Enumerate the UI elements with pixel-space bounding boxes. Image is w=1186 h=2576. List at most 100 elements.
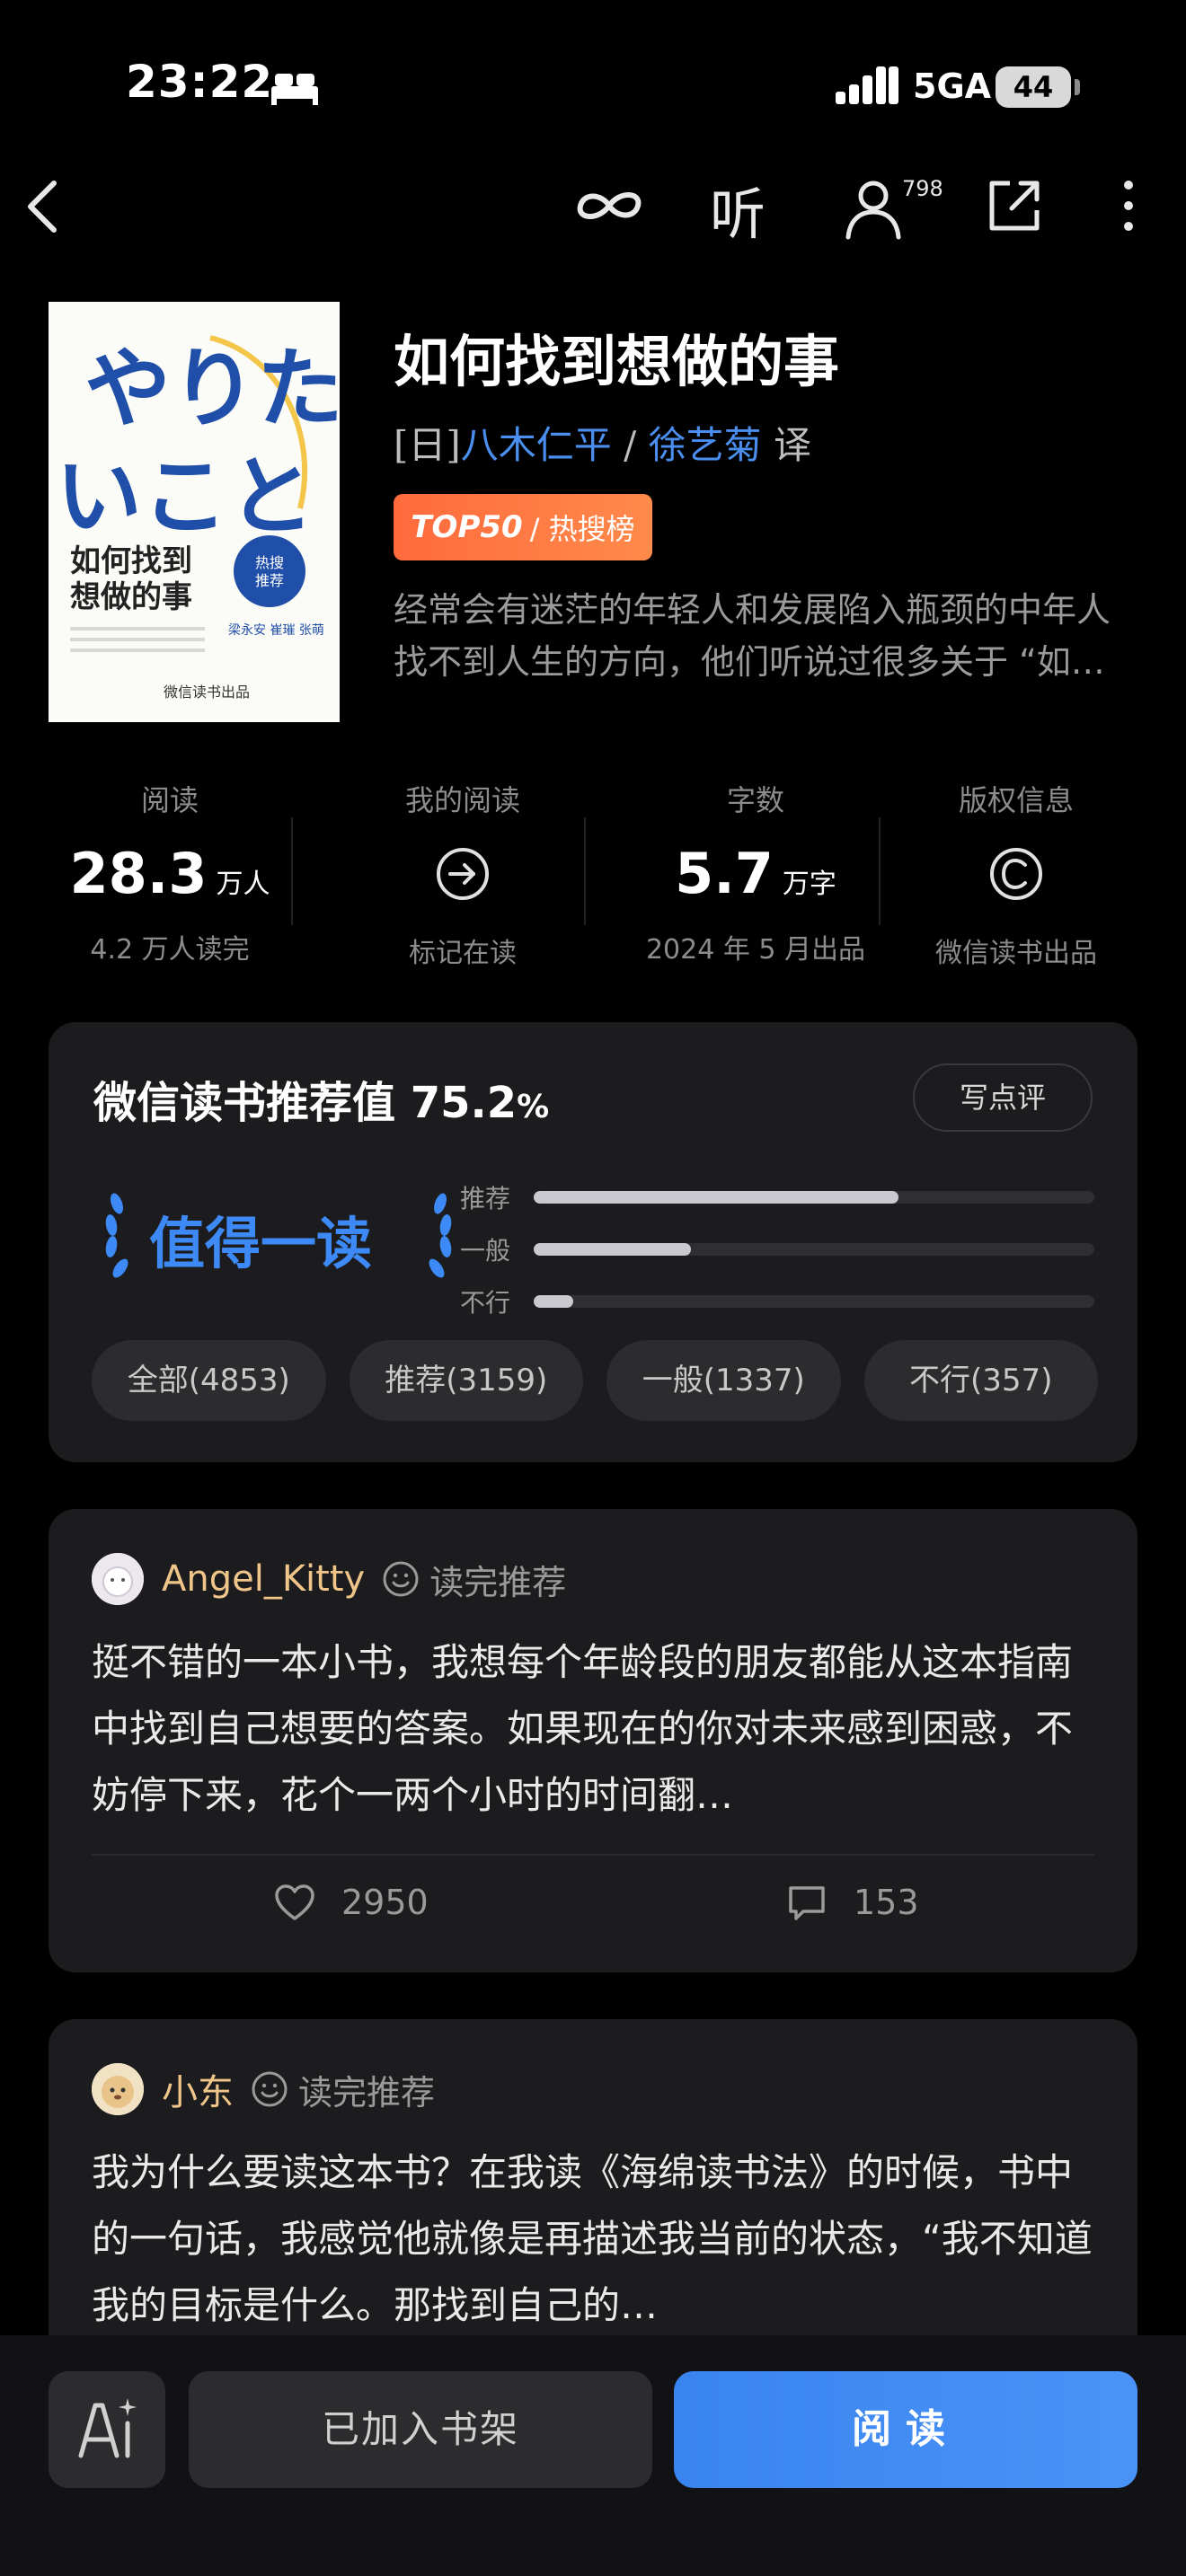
stat-label: 字数 [726,783,784,817]
rating-row-poor: 不行 [460,1275,1094,1328]
infinity-icon[interactable] [571,176,647,235]
rank-badge[interactable]: TOP50 / 热搜榜 [394,494,652,560]
translator-link[interactable]: 徐艺菊 [649,423,762,467]
smile-icon [383,1561,419,1597]
book-cover[interactable]: やりたいこと いこと 如何找到 想做的事 热搜 推荐 梁永安 崔璀 张萌 微信读… [49,302,340,722]
review-actions: 2950 153 [49,1872,1137,1944]
stat-reading[interactable]: 阅读 28.3 万人 4.2 万人读完 [49,778,291,966]
review-header: Angel_Kitty 读完推荐 [92,1552,566,1606]
status-time: 23:22 [126,56,274,108]
ai-button[interactable]: AI [49,2371,165,2488]
status-bar: 23:22 5GA 44 [0,0,1186,144]
review-tag: 读完推荐 [429,1562,567,1602]
stat-my-reading[interactable]: 我的阅读 标记在读 [341,778,584,970]
comment-icon [789,1886,825,1920]
follower-count: 798 [902,176,943,201]
cover-cn-title-2: 想做的事 [70,579,192,615]
rating-track [534,1295,1094,1308]
rank-label: / 热搜榜 [529,512,635,546]
rating-row-average: 一般 [460,1223,1094,1275]
stat-label: 阅读 [140,783,199,817]
stat-label: 版权信息 [958,783,1074,817]
write-review-button[interactable]: 写点评 [913,1063,1093,1132]
review-username[interactable]: Angel_Kitty [162,1558,365,1600]
cover-badge-1: 热搜 [255,554,284,571]
filter-all[interactable]: 全部(4853) [92,1340,326,1421]
review-tag: 读完推荐 [298,2072,436,2113]
cover-recommenders: 梁永安 崔璀 张萌 [228,623,324,638]
rating-fill [534,1243,691,1256]
review-text: 挺不错的一本小书，我想每个年龄段的朋友都能从这本指南中找到自己想要的答案。如果现… [92,1640,1074,1817]
rating-fill [534,1295,573,1308]
cover-badge-2: 推荐 [255,572,284,589]
comment-button[interactable]: 153 [785,1883,919,1922]
book-title: 如何找到想做的事 [394,329,840,394]
rating-bars: 推荐 一般 不行 [460,1171,1094,1328]
divider [291,817,293,925]
stat-label: 我的阅读 [404,783,520,817]
stat-sub: 标记在读 [409,938,517,969]
avatar[interactable] [92,1553,144,1605]
filter-poor[interactable]: 不行(357) [863,1340,1098,1421]
stat-copyright[interactable]: 版权信息 微信读书出品 [895,778,1137,970]
listen-button[interactable]: 听 [710,169,766,250]
heart-icon [275,1884,314,1920]
read-button[interactable]: 阅读 [674,2371,1137,2488]
cover-jp-title-1: やりたいこと [84,339,340,439]
avatar-image [92,1553,144,1605]
review-card[interactable]: Angel_Kitty 读完推荐 挺不错的一本小书，我想每个年龄段的朋友都能从这… [49,1509,1137,1972]
share-icon[interactable] [985,176,1044,235]
stat-value: 28.3 万人 [69,841,270,906]
author-link[interactable]: 八木仁平 [461,423,612,467]
divider [92,1854,1094,1856]
stat-sub: 2024 年 5 月出品 [645,934,866,966]
battery-tip [1075,79,1080,95]
stat-value: 5.7 万字 [675,841,836,906]
stat-word-count[interactable]: 字数 5.7 万字 2024 年 5 月出品 [634,778,877,966]
comment-count: 153 [854,1883,919,1922]
avatar[interactable] [92,2063,144,2115]
rating-label: 推荐 [460,1184,511,1213]
rank-top50: TOP50 [411,509,523,545]
recommendation-card: 微信读书推荐值 75.2% 写点评 值得一读 推荐 一般 不行 全部(4853)… [49,1022,1137,1462]
author-prefix: [日] [394,423,461,467]
signal-icon [836,66,898,104]
ai-label: AI [49,2371,50,2372]
review-header: 小东 读完推荐 [92,2062,435,2116]
verdict-text: 值得一读 [149,1211,373,1276]
cover-jp-title-2: いこと [56,446,314,547]
rating-track [534,1191,1094,1204]
review-card[interactable]: 小东 读完推荐 我为什么要读这本书？在我读《海绵读书法》的时候，书中的一句话，我… [49,2019,1137,2378]
back-icon[interactable] [16,172,79,241]
stat-sub: 4.2 万人读完 [90,934,250,966]
copyright-icon [990,848,1042,900]
divider [584,817,586,925]
nav-bar: 听 798 [0,162,1186,251]
bottom-bar: AI 已加入书架 阅读 [0,2335,1186,2576]
more-icon[interactable] [1111,176,1146,235]
avatar-image [92,2063,144,2115]
review-text: 我为什么要读这本书？在我读《海绵读书法》的时候，书中的一句话，我感觉他就像是再描… [92,2150,1093,2327]
arrow-circle-icon [437,848,489,900]
rating-fill [534,1191,898,1204]
rating-track [534,1243,1094,1256]
review-username[interactable]: 小东 [162,2063,234,2115]
filter-recommend[interactable]: 推荐(3159) [349,1340,583,1421]
smile-icon [252,2071,288,2107]
added-to-shelf-button[interactable]: 已加入书架 [189,2371,652,2488]
rating-row-recommend: 推荐 [460,1171,1094,1223]
rating-label: 一般 [460,1236,511,1266]
person-icon[interactable] [841,174,909,243]
rating-label: 不行 [460,1288,511,1318]
translator-suffix: 译 [774,423,812,467]
like-button[interactable]: 2950 [273,1883,429,1922]
verdict-badge: 值得一读 [90,1186,467,1293]
battery-indicator: 44 [996,66,1071,108]
like-count: 2950 [341,1883,429,1922]
stat-sub: 微信读书出品 [935,938,1097,969]
filter-average[interactable]: 一般(1337) [606,1340,841,1421]
cover-cn-title-1: 如何找到 [70,543,192,579]
book-description[interactable]: 经常会有迷茫的年轻人和发展陷入瓶颈的中年人找不到人生的方向，他们听说过很多关于 … [394,584,1130,688]
book-authors: [日]八木仁平 / 徐艺菊 译 [394,415,811,470]
book-cover-art: やりたいこと いこと 如何找到 想做的事 热搜 推荐 梁永安 崔璀 张萌 微信读… [49,302,340,722]
